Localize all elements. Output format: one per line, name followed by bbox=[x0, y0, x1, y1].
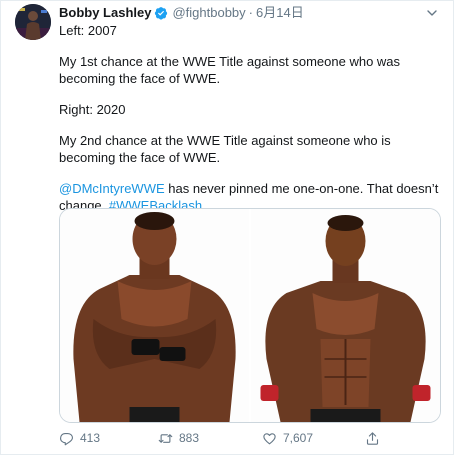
heart-icon bbox=[263, 432, 276, 444]
wrestler-photo-2007 bbox=[60, 209, 249, 422]
share-button[interactable] bbox=[365, 431, 386, 446]
chevron-down-icon[interactable] bbox=[423, 4, 441, 22]
reply-count: 413 bbox=[80, 431, 101, 445]
mention-link[interactable]: @DMcIntyreWWE bbox=[59, 181, 165, 196]
retweet-button[interactable]: 883 bbox=[158, 431, 199, 446]
user-name[interactable]: Bobby Lashley bbox=[59, 5, 151, 21]
tweet-line-second-chance: My 2nd chance at the WWE Title against s… bbox=[59, 133, 391, 165]
media-grid bbox=[59, 208, 441, 423]
tweet-text: Left: 2007 My 1st chance at the WWE Titl… bbox=[59, 22, 447, 214]
wrestler-photo-2020 bbox=[251, 209, 440, 422]
verified-badge-icon bbox=[154, 6, 168, 20]
photo-right[interactable] bbox=[249, 209, 440, 422]
avatar[interactable] bbox=[15, 4, 51, 40]
retweet-count: 883 bbox=[179, 431, 200, 445]
like-count: 7,607 bbox=[283, 431, 314, 445]
tweet-header: Bobby Lashley @fightbobby · 6月14日 bbox=[59, 5, 423, 21]
header-separator: · bbox=[248, 5, 254, 20]
tweet-line-left-year: Left: 2007 bbox=[59, 23, 117, 38]
tweet-card[interactable]: Bobby Lashley @fightbobby · 6月14日 Left: … bbox=[0, 0, 454, 455]
tweet-line-right-year: Right: 2020 bbox=[59, 102, 126, 117]
avatar-image bbox=[15, 4, 51, 40]
photo-left[interactable] bbox=[60, 209, 249, 422]
share-icon bbox=[366, 431, 379, 445]
tweet-line-first-chance: My 1st chance at the WWE Title against s… bbox=[59, 54, 401, 86]
reply-icon bbox=[60, 432, 73, 445]
retweet-icon bbox=[158, 433, 173, 443]
like-button[interactable]: 7,607 bbox=[262, 431, 313, 446]
tweet-actions: 413 883 7,607 bbox=[59, 429, 399, 447]
reply-button[interactable]: 413 bbox=[59, 431, 100, 446]
user-handle[interactable]: @fightbobby bbox=[172, 5, 245, 21]
tweet-date[interactable]: 6月14日 bbox=[256, 5, 304, 21]
